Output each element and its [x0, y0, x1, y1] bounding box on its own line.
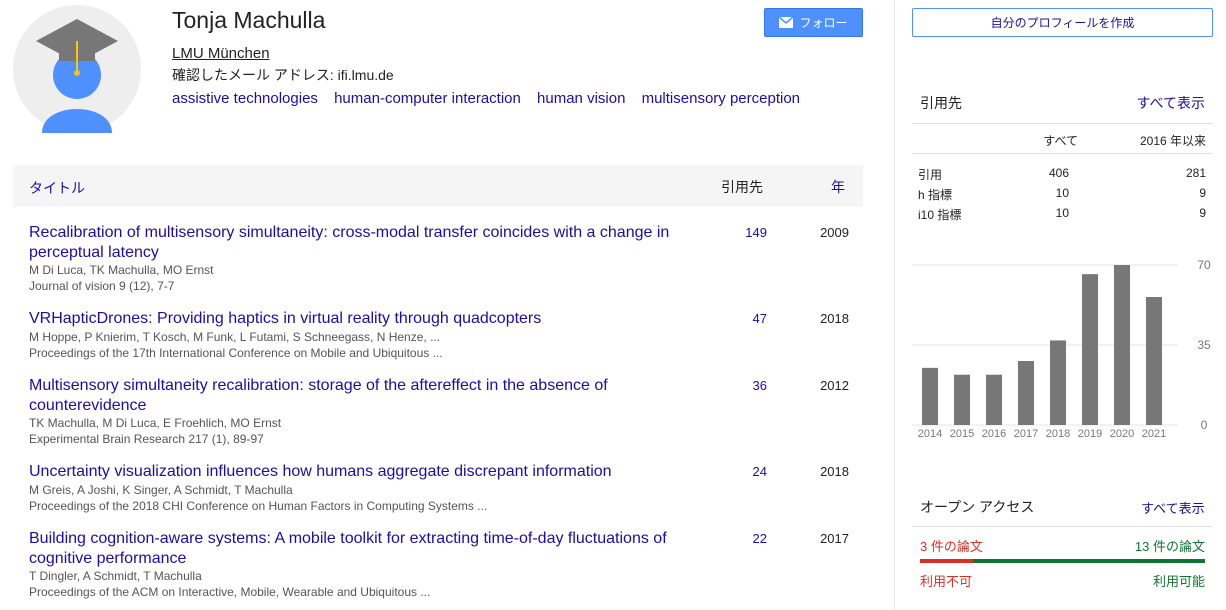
unavailable-label: 利用不可 — [920, 574, 973, 589]
open-access-bar — [920, 559, 1205, 563]
stats-header-since: 2016 年以来 — [1139, 134, 1206, 148]
interest-link[interactable]: assistive technologies — [172, 90, 318, 107]
cited-by-title: 引用先 — [920, 95, 962, 111]
article-year: 2009 — [820, 225, 849, 240]
sort-by-title[interactable]: タイトル — [29, 178, 85, 198]
article-title[interactable]: Uncertainty visualization influences how… — [29, 462, 674, 482]
article-venue: Proceedings of the 17th International Co… — [29, 345, 443, 360]
x-tick-label: 2017 — [1014, 428, 1038, 440]
unavailable-count[interactable]: 3 件の論文 — [920, 536, 983, 555]
article-venue: Experimental Brain Research 217 (1), 89-… — [29, 432, 264, 446]
follow-label: フォロー — [799, 16, 848, 30]
follow-button[interactable]: フォロー — [764, 8, 863, 37]
open-access-bar-unavailable — [920, 559, 974, 563]
article-title[interactable]: VRHapticDrones: Providing haptics in vir… — [29, 309, 674, 329]
article-row: Multisensory simultaneity recalibration:… — [29, 376, 863, 447]
divider-line — [912, 153, 1213, 154]
y-tick-label: 0 — [1201, 418, 1208, 432]
stats-header-row: すべて 2016 年以来 — [918, 132, 1206, 148]
stats-all: 10 — [1055, 186, 1069, 200]
chart-bar-2014[interactable] — [922, 367, 938, 425]
citations-per-year-chart: 70 35 0 2014 2015 2016 2017 2018 2019 2020 2021 — [912, 258, 1211, 440]
article-row: VRHapticDrones: Providing haptics in vir… — [29, 309, 863, 361]
x-tick-label: 2018 — [1046, 428, 1070, 440]
article-row: Building cognition-aware systems: A mobi… — [29, 529, 863, 600]
avatar — [13, 5, 141, 133]
article-authors: M Greis, A Joshi, K Singer, A Schmidt, T… — [29, 482, 293, 497]
stats-since: 9 — [1199, 186, 1206, 200]
stats-row: 引用 406 281 — [918, 166, 1206, 182]
envelope-icon — [779, 17, 794, 28]
article-year: 2012 — [820, 378, 849, 393]
article-venue: Proceedings of the 2018 CHI Conference o… — [29, 498, 488, 513]
sort-by-year[interactable]: 年 — [831, 177, 845, 197]
stats-label: i10 指標 — [918, 208, 962, 222]
interest-link[interactable]: human vision — [537, 90, 625, 107]
article-title[interactable]: Building cognition-aware systems: A mobi… — [29, 529, 674, 568]
article-authors: M Di Luca, TK Machulla, MO Ernst — [29, 263, 214, 277]
article-authors: M Hoppe, P Knierim, T Kosch, M Funk, L F… — [29, 329, 441, 344]
cited-by-count[interactable]: 24 — [729, 464, 767, 479]
article-title[interactable]: Recalibration of multisensory simultanei… — [29, 223, 674, 262]
article-title[interactable]: Multisensory simultaneity recalibration:… — [29, 376, 674, 415]
available-label: 利用可能 — [1152, 574, 1205, 589]
cited-by-count[interactable]: 149 — [729, 225, 767, 240]
available-count[interactable]: 13 件の論文 — [1135, 536, 1205, 555]
article-year: 2018 — [820, 311, 849, 326]
stats-row: i10 指標 10 9 — [918, 206, 1206, 222]
stats-label: h 指標 — [918, 188, 953, 202]
article-authors: T Dingler, A Schmidt, T Machulla — [29, 569, 202, 583]
cited-by-show-all-link[interactable]: すべて表示 — [1137, 93, 1205, 113]
affiliation-link[interactable]: LMU München — [172, 45, 270, 62]
article-year: 2018 — [820, 464, 849, 479]
x-tick-label: 2014 — [918, 428, 942, 440]
divider-line — [912, 526, 1213, 527]
create-profile-button[interactable]: 自分のプロフィールを作成 — [912, 8, 1213, 37]
x-tick-label: 2015 — [950, 428, 974, 440]
y-tick-label: 35 — [1197, 338, 1211, 352]
stats-label: 引用 — [918, 168, 943, 182]
stats-since: 281 — [1185, 166, 1206, 180]
article-row: Recalibration of multisensory simultanei… — [29, 223, 863, 294]
interest-link[interactable]: multisensory perception — [642, 90, 800, 107]
article-venue: Journal of vision 9 (12), 7-7 — [29, 279, 175, 293]
divider-line — [912, 123, 1213, 124]
y-tick-label: 70 — [1197, 258, 1211, 272]
chart-bar-2015[interactable] — [954, 374, 970, 425]
stats-all: 10 — [1055, 206, 1069, 220]
stats-since: 9 — [1199, 206, 1206, 220]
column-divider — [894, 0, 895, 610]
x-tick-label: 2021 — [1142, 428, 1166, 440]
article-authors: TK Machulla, M Di Luca, E Froehlich, MO … — [29, 416, 282, 430]
article-row: Uncertainty visualization influences how… — [29, 462, 863, 514]
stats-header-all: すべて — [1043, 134, 1078, 148]
open-access-show-all-link[interactable]: すべて表示 — [1141, 498, 1205, 517]
cited-by-count[interactable]: 22 — [729, 531, 767, 546]
x-tick-label: 2019 — [1078, 428, 1102, 440]
verified-email: 確認したメール アドレス: ifi.lmu.de — [172, 67, 394, 83]
chart-bar-2018[interactable] — [1050, 340, 1066, 425]
chart-bar-2021[interactable] — [1146, 297, 1162, 425]
chart-bar-2017[interactable] — [1018, 361, 1034, 425]
chart-bar-2016[interactable] — [986, 374, 1002, 425]
x-tick-label: 2020 — [1110, 428, 1134, 440]
sort-by-cited[interactable]: 引用先 — [721, 177, 763, 197]
stats-all: 406 — [1048, 166, 1069, 180]
cited-by-count[interactable]: 36 — [729, 378, 767, 393]
article-venue: Proceedings of the ACM on Interactive, M… — [29, 585, 431, 599]
chart-bar-2020[interactable] — [1114, 265, 1130, 425]
research-interests: assistive technologies human-computer in… — [172, 90, 812, 107]
article-year: 2017 — [820, 531, 849, 546]
chart-bar-2019[interactable] — [1082, 274, 1098, 425]
profile-name: Tonja Machulla — [172, 7, 326, 33]
stats-row: h 指標 10 9 — [918, 186, 1206, 202]
cited-by-count[interactable]: 47 — [729, 311, 767, 326]
articles-table-header: タイトル 引用先 年 — [13, 165, 863, 207]
open-access-title: オープン アクセス — [920, 499, 1035, 515]
interest-link[interactable]: human-computer interaction — [334, 90, 521, 107]
x-tick-label: 2016 — [982, 428, 1006, 440]
